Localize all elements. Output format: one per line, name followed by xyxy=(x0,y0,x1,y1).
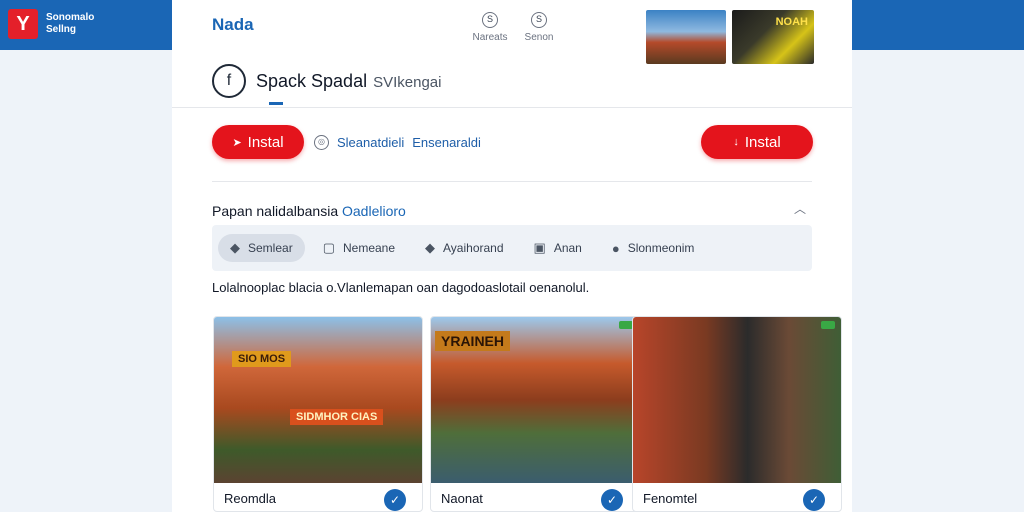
user-icon: S xyxy=(531,12,547,28)
section-title-text: Papan nalidalbansia xyxy=(212,203,342,219)
divider xyxy=(212,181,812,182)
tab-label: Ayaihorand xyxy=(443,241,504,255)
divider xyxy=(172,107,852,108)
meta-a: Sleanatdieli xyxy=(337,135,405,150)
brand-text: Sonomalo Sellng xyxy=(46,12,94,36)
card-image: YRAINEH xyxy=(431,317,639,483)
message-square-icon: ▢ xyxy=(322,240,335,255)
tab-label: Slonmeonim xyxy=(627,241,695,255)
globe-icon: ◎ xyxy=(314,135,329,150)
title-underline xyxy=(269,102,283,105)
app-name: Nada xyxy=(212,15,254,34)
card-sign: SIO MOS xyxy=(232,351,292,367)
tab-2[interactable]: ▢ Nemeane xyxy=(311,234,407,262)
install-label: Instal xyxy=(744,133,781,151)
image-icon: ▣ xyxy=(533,240,546,255)
install-button-left[interactable]: ➤ Instal xyxy=(212,125,304,159)
check-icon[interactable]: ✓ xyxy=(384,489,406,511)
header-nav-item-2[interactable]: S Senon xyxy=(509,12,569,43)
check-icon[interactable]: ✓ xyxy=(803,489,825,511)
card-caption: Fenomtel xyxy=(643,491,698,506)
tab-1[interactable]: ◆ Semlear xyxy=(218,234,305,262)
section-title: Papan nalidalbansia Oadlelioro xyxy=(212,203,406,219)
section-title-highlight: Oadlelioro xyxy=(342,203,406,219)
brand-line2: Sellng xyxy=(46,24,77,35)
play-arrow-icon: ➤ xyxy=(232,136,242,149)
tab-label: Anan xyxy=(553,241,582,255)
header-thumbnail-2[interactable]: NOAH xyxy=(732,10,814,64)
header-thumbnail-1[interactable] xyxy=(646,10,726,64)
content-card[interactable]: YRAINEH Naonat ✓ xyxy=(430,316,640,512)
page-subtitle: SVIkengai xyxy=(373,74,442,91)
meta-info: ◎ Sleanatdieli Ensenaraldi xyxy=(314,135,481,150)
header-nav-label: Senon xyxy=(524,32,554,43)
page-title: Spack Spadal SVIkengai xyxy=(256,71,441,92)
brand-line1: Sonomalo xyxy=(46,12,95,23)
card-caption: Naonat xyxy=(441,491,483,506)
brand[interactable]: Y Sonomalo Sellng xyxy=(8,9,94,39)
pin-icon: ● xyxy=(611,240,620,256)
speech-icon: ◆ xyxy=(425,240,436,255)
card-sign: YRAINEH xyxy=(435,331,511,351)
content-card[interactable]: Fenomtel ✓ xyxy=(632,316,842,512)
search-icon: S xyxy=(482,12,498,28)
card-image xyxy=(633,317,841,483)
tab-4[interactable]: ▣ Anan xyxy=(522,234,594,262)
avatar[interactable]: f xyxy=(212,64,246,98)
filter-tab-bar: ◆ Semlear ▢ Nemeane ◆ Ayaihorand ▣ Anan … xyxy=(212,225,812,271)
card-sign: SIDMHOR CIAS xyxy=(290,409,384,425)
tab-label: Nemeane xyxy=(342,241,396,255)
status-badge xyxy=(821,321,835,329)
install-label: Instal xyxy=(247,133,284,151)
thumbnail-label: NOAH xyxy=(775,16,808,28)
card-image: SIO MOS SIDMHOR CIAS xyxy=(214,317,422,483)
page-title-text: Spack Spadal xyxy=(256,71,368,91)
chevron-up-icon[interactable]: ︿ xyxy=(794,200,806,217)
status-badge xyxy=(619,321,633,329)
card-caption: Reomdla xyxy=(224,491,277,506)
brand-logo-icon: Y xyxy=(8,9,38,39)
tab-label: Semlear xyxy=(248,241,293,255)
content-card[interactable]: SIO MOS SIDMHOR CIAS Reomdla ✓ xyxy=(213,316,423,512)
chat-bubble-icon: ◆ xyxy=(230,240,240,255)
tab-5[interactable]: ● Slonmeonim xyxy=(600,234,707,262)
main-panel: Nada S Nareats S Senon NOAH f Spack Spad… xyxy=(172,0,852,512)
install-button-right[interactable]: ↓ Instal xyxy=(701,125,813,159)
meta-b: Ensenaraldi xyxy=(412,135,481,150)
tab-3[interactable]: ◆ Ayaihorand xyxy=(413,234,516,262)
section-description: Lolalnooplac blacia o.Vlanlemapan oan da… xyxy=(212,280,590,295)
check-icon[interactable]: ✓ xyxy=(601,489,623,511)
download-icon: ↓ xyxy=(733,136,739,148)
